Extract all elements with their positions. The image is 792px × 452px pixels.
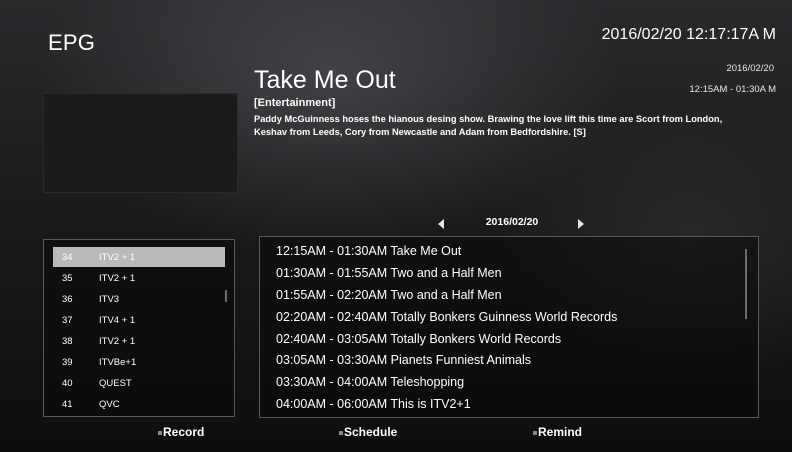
schedule-list: 12:15AM - 01:30AM Take Me Out 01:30AM - … [259,236,759,418]
record-button[interactable]: Record [158,425,204,439]
schedule-row[interactable]: 12:15AM - 01:30AM Take Me Out [276,244,461,264]
clock: 2016/02/20 12:17:17A M [601,26,776,43]
channel-row[interactable]: 37 ITV4 + 1 [53,310,225,330]
channel-name: QUEST [99,378,132,389]
channel-number: 36 [62,294,73,305]
channel-number: 40 [62,378,73,389]
channel-number: 37 [62,315,73,326]
date-navigator: 2016/02/20 [438,216,586,232]
nav-date: 2016/02/20 [485,216,539,228]
epg-screen: EPG 2016/02/20 12:17:17A M Take Me Out 2… [0,0,792,452]
channel-number: 35 [62,273,73,284]
schedule-row[interactable]: 02:20AM - 02:40AM Totally Bonkers Guinne… [276,310,617,330]
channel-number: 39 [62,357,73,368]
channel-name: ITVBe+1 [99,357,137,368]
program-date: 2016/02/20 [726,63,774,74]
schedule-scrollbar[interactable] [745,249,747,319]
channel-name: ITV2 + 1 [99,252,136,263]
schedule-button[interactable]: Schedule [339,425,397,439]
channel-row[interactable]: 34 ITV2 + 1 [53,247,225,267]
channel-scrollbar[interactable] [225,290,227,302]
channel-name: ITV2 + 1 [99,336,136,347]
triangle-right-icon[interactable] [578,219,584,229]
schedule-row[interactable]: 01:55AM - 02:20AM Two and a Half Men [276,288,502,308]
channel-number: 38 [62,336,73,347]
program-title: Take Me Out [254,66,396,94]
remind-button[interactable]: Remind [533,425,582,439]
channel-row[interactable]: 38 ITV2 + 1 [53,331,225,351]
yellow-key-icon [533,430,537,435]
video-preview [43,93,238,193]
channel-row[interactable]: 41 QVC [53,394,225,414]
red-key-icon [158,430,162,435]
channel-name: QVC [99,399,120,410]
channel-name: ITV4 + 1 [99,315,136,326]
channel-row[interactable]: 36 ITV3 [53,289,225,309]
program-time: 12:15AM - 01:30A M [689,84,776,95]
schedule-label: Schedule [344,425,398,439]
green-key-icon [339,430,343,435]
schedule-row[interactable]: 03:05AM - 03:30AM Pianets Funniest Anima… [276,353,531,373]
schedule-row[interactable]: 04:00AM - 06:00AM This is ITV2+1 [276,397,471,417]
schedule-row[interactable]: 03:30AM - 04:00AM Teleshopping [276,375,464,395]
program-genre: [Entertainment] [254,97,336,109]
channel-name: ITV3 [99,294,120,305]
remind-label: Remind [538,425,583,439]
page-title: EPG [48,30,96,55]
channel-row[interactable]: 35 ITV2 + 1 [53,268,225,288]
channel-row[interactable]: 39 ITVBe+1 [53,352,225,372]
channel-number: 41 [62,399,73,410]
channel-number: 34 [62,252,73,263]
channel-name: ITV2 + 1 [99,273,136,284]
channel-row[interactable]: 40 QUEST [53,373,225,393]
record-label: Record [163,425,205,439]
channel-list: 34 ITV2 + 1 35 ITV2 + 1 36 ITV3 37 ITV4 … [43,239,235,417]
schedule-row[interactable]: 02:40AM - 03:05AM Totally Bonkers World … [276,332,561,352]
program-description: Paddy McGuinness hoses the hianous desin… [254,114,723,137]
schedule-row[interactable]: 01:30AM - 01:55AM Two and a Half Men [276,266,502,286]
